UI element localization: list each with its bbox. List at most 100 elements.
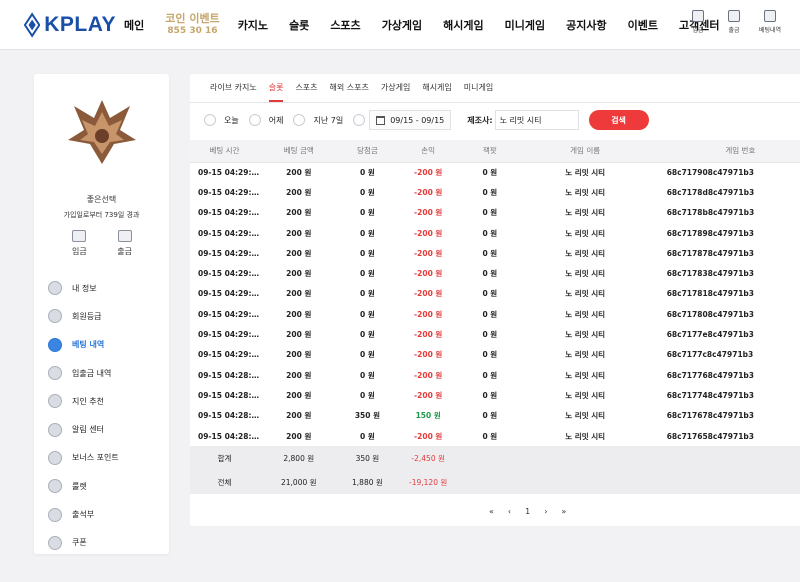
nav-mini[interactable]: 미니게임 [505, 17, 545, 33]
filter-yesterday-radio[interactable]: 어제 [248, 114, 283, 126]
col-jackpot[interactable]: 잭팟 [460, 140, 520, 163]
menu-bet-history[interactable]: 베팅 내역 [48, 331, 163, 359]
menu-attendance[interactable]: 출석부 [48, 500, 163, 528]
header-withdraw-button[interactable]: 출금 [718, 10, 750, 34]
nav-sports[interactable]: 스포츠 [330, 17, 360, 33]
table-row[interactable]: 09-15 04:29:… 200 원0 원 -200 원0 원노 리밋 시티 68c… [190, 203, 800, 223]
tab-overseas-sports[interactable]: 해외 스포츠 [330, 74, 369, 102]
menu-my-info[interactable]: 내 정보 [48, 274, 163, 302]
calendar-icon [376, 115, 386, 125]
nav-event[interactable]: 이벤트 [628, 17, 658, 33]
tab-live-casino[interactable]: 라이브 카지노 [210, 74, 257, 102]
search-button[interactable]: 검색 [588, 110, 649, 130]
tab-sports[interactable]: 스포츠 [295, 74, 317, 102]
header-deposit-button[interactable]: 입금 [682, 10, 714, 34]
tab-slot[interactable]: 슬롯 [268, 74, 284, 102]
table-row[interactable]: 09-15 04:29:… 200 원0 원 -200 원0 원노 리밋 시티 68c… [190, 263, 800, 283]
nav-main[interactable]: 메인 [124, 17, 144, 33]
nav-event-coin[interactable]: 코인 이벤트 855 30 16 [165, 11, 220, 37]
col-bet-amount[interactable]: 베팅 금액 [258, 140, 339, 163]
table-row[interactable]: 09-15 04:29:… 200 원0 원 -200 원0 원노 리밋 시티 68c… [190, 284, 800, 304]
header-bet-history-button[interactable]: 베팅내역 [754, 10, 786, 34]
col-winnings[interactable]: 당첨금 [338, 140, 397, 163]
wallet-icon [692, 10, 704, 22]
receipt-icon [764, 10, 776, 22]
table-row[interactable]: 09-15 04:29:… 200 원0 원 -200 원0 원노 리밋 시티 68c… [190, 304, 800, 324]
menu-bonus-points[interactable]: 보너스 포인트 [48, 444, 163, 472]
tab-hash[interactable]: 해시게임 [422, 74, 451, 102]
brand-name: KPLAY [44, 12, 116, 36]
brand-logo[interactable]: KPLAY [24, 11, 116, 38]
filter-last7-radio[interactable]: 지난 7일 [293, 114, 343, 126]
tab-virtual[interactable]: 가상게임 [381, 74, 410, 102]
summary-row-subtotal: 합계 2,800 원 350 원 -2,450 원 [190, 446, 800, 471]
event-counter: 855 30 16 [167, 25, 218, 36]
menu-coupon[interactable]: 쿠폰 [48, 529, 163, 557]
points-icon [48, 450, 62, 465]
col-game-id[interactable]: 게임 번호 [650, 140, 800, 163]
bet-history-table: 베팅 시간 베팅 금액 당첨금 손익 잭팟 게임 이름 게임 번호 09-15 … [190, 140, 800, 495]
wallet-icon [728, 10, 740, 22]
member-since: 가입일로부터 739일 경과 [63, 211, 140, 219]
provider-label: 제조사: [467, 115, 493, 125]
table-header-row: 베팅 시간 베팅 금액 당첨금 손익 잭팟 게임 이름 게임 번호 [190, 140, 800, 163]
list-icon [48, 337, 62, 352]
menu-member-grade[interactable]: 회원등급 [48, 302, 163, 330]
radio-circle-icon [293, 114, 306, 126]
roulette-icon [48, 479, 62, 494]
filter-custom-radio[interactable] [353, 114, 367, 126]
people-icon [48, 394, 62, 409]
side-withdraw-button[interactable]: 출금 [117, 230, 132, 257]
tabs-divider [190, 102, 800, 103]
col-profit[interactable]: 손익 [396, 140, 461, 163]
user-nickname: 좋은선택 [86, 195, 117, 204]
menu-roulette[interactable]: 룰렛 [48, 472, 163, 500]
table-row[interactable]: 09-15 04:28:… 200 원 350 원 150 원0 원노 리밋 시티 68… [190, 406, 800, 426]
coupon-icon [48, 535, 62, 550]
provider-input[interactable] [494, 110, 579, 130]
filter-bar: 오늘 어제 지난 7일 09/15 - 09/15 제조사: 검색 [204, 110, 649, 130]
pager-next-button[interactable]: › [544, 507, 547, 516]
wallet-icon [117, 230, 132, 242]
wallet-icon [72, 230, 87, 242]
pager-page-1[interactable]: 1 [525, 507, 530, 516]
table-row[interactable]: 09-15 04:29:… 200 원0 원 -200 원0 원노 리밋 시티 68c… [190, 162, 800, 182]
pager-last-button[interactable]: » [561, 507, 566, 516]
table-row[interactable]: 09-15 04:29:… 200 원0 원 -200 원0 원노 리밋 시티 68c… [190, 345, 800, 365]
col-game-name[interactable]: 게임 이름 [519, 140, 651, 163]
bet-history-panel: 라이브 카지노 슬롯 스포츠 해외 스포츠 가상게임 해시게임 미니게임 오늘 … [190, 74, 800, 526]
pager-prev-button[interactable]: ‹ [508, 507, 511, 516]
tab-mini[interactable]: 미니게임 [464, 74, 493, 102]
radio-circle-icon [248, 114, 261, 126]
table-row[interactable]: 09-15 04:29:… 200 원0 원 -200 원0 원노 리밋 시티 68c… [190, 324, 800, 344]
nav-notice[interactable]: 공지사항 [566, 17, 606, 33]
side-deposit-button[interactable]: 입금 [72, 230, 87, 257]
top-header: KPLAY 메인 코인 이벤트 855 30 16 카지노 슬롯 스포츠 가상게… [0, 0, 800, 50]
table-row[interactable]: 09-15 04:28:… 200 원0 원 -200 원0 원노 리밋 시티 68c… [190, 426, 800, 446]
radio-circle-icon [204, 114, 216, 126]
nav-virtual[interactable]: 가상게임 [382, 17, 422, 33]
nav-hash[interactable]: 해시게임 [443, 17, 483, 33]
main-nav: 메인 코인 이벤트 855 30 16 카지노 슬롯 스포츠 가상게임 해시게임… [124, 11, 740, 37]
table-row[interactable]: 09-15 04:29:… 200 원0 원 -200 원0 원노 리밋 시티 68c… [190, 243, 800, 263]
table-row[interactable]: 09-15 04:28:… 200 원0 원 -200 원0 원노 리밋 시티 68c… [190, 365, 800, 385]
rank-badge-icon [68, 100, 136, 164]
table-row[interactable]: 09-15 04:28:… 200 원0 원 -200 원0 원노 리밋 시티 68c… [190, 385, 800, 405]
table-body: 09-15 04:29:… 200 원0 원 -200 원0 원노 리밋 시티 68c… [190, 162, 800, 495]
menu-referral[interactable]: 지인 추천 [48, 387, 163, 415]
game-category-tabs: 라이브 카지노 슬롯 스포츠 해외 스포츠 가상게임 해시게임 미니게임 [210, 74, 505, 102]
filter-today-radio[interactable]: 오늘 [204, 114, 239, 126]
menu-transactions[interactable]: 입출금 내역 [48, 359, 163, 387]
col-bet-time[interactable]: 베팅 시간 [190, 140, 259, 163]
table-row[interactable]: 09-15 04:29:… 200 원0 원 -200 원0 원노 리밋 시티 68c… [190, 182, 800, 202]
pagination: « ‹ 1 › » [482, 507, 573, 516]
pager-first-button[interactable]: « [489, 507, 494, 516]
table-row[interactable]: 09-15 04:29:… 200 원0 원 -200 원0 원노 리밋 시티 68c… [190, 223, 800, 243]
bell-icon [48, 422, 62, 437]
menu-notifications[interactable]: 알림 센터 [48, 415, 163, 443]
nav-casino[interactable]: 카지노 [238, 17, 268, 33]
event-title: 코인 이벤트 [165, 11, 220, 25]
nav-slot[interactable]: 슬롯 [289, 17, 309, 33]
date-range-picker[interactable]: 09/15 - 09/15 [369, 110, 452, 130]
header-quick-icons: 입금 출금 베팅내역 [678, 10, 786, 34]
